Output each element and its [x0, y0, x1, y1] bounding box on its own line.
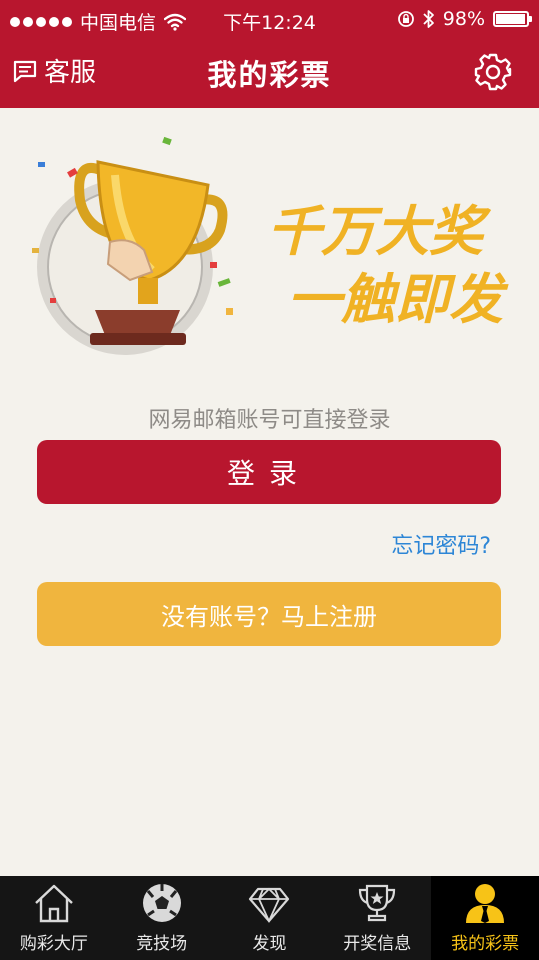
login-button[interactable]: 登录 — [37, 440, 501, 504]
status-right: 98% — [397, 8, 532, 30]
promo-banner: 千万大奖 一触即发 — [32, 136, 509, 355]
tab-arena[interactable]: 竞技场 — [108, 876, 216, 960]
page-title: 我的彩票 — [207, 58, 332, 92]
tab-my-lottery[interactable]: 我的彩票 — [431, 876, 539, 960]
tab-label: 购彩大厅 — [19, 934, 88, 954]
house-icon — [35, 884, 73, 923]
tab-label: 我的彩票 — [451, 934, 520, 954]
tab-draw-results[interactable]: 开奖信息 — [323, 876, 431, 960]
trophy-icon — [359, 884, 396, 922]
register-button[interactable]: 没有账号？马上注册 — [37, 582, 501, 646]
bottom-tab-bar: 购彩大厅 竞技场 发现 开奖信息 我的彩票 — [0, 876, 539, 960]
forgot-password-link[interactable]: 忘记密码? — [391, 528, 491, 560]
battery-icon — [493, 11, 532, 27]
user-icon — [466, 884, 505, 923]
app-header: 中国电信 下午12:24 98% 客服 我的彩票 — [0, 0, 539, 108]
tab-discover[interactable]: 发现 — [216, 876, 324, 960]
rotation-lock-icon — [397, 11, 414, 27]
battery-fill — [496, 14, 526, 24]
tab-label: 发现 — [252, 934, 287, 954]
bluetooth-icon — [423, 10, 434, 28]
tab-label: 竞技场 — [136, 934, 188, 954]
tab-label: 开奖信息 — [343, 934, 412, 954]
gear-icon[interactable] — [473, 52, 513, 92]
soccer-ball-icon — [142, 884, 181, 922]
nav-bar: 客服 我的彩票 — [0, 38, 539, 108]
login-hint: 网易邮箱账号可直接登录 — [148, 408, 391, 433]
banner-slogan-line1: 千万大奖 — [267, 200, 492, 263]
banner-slogan-line2: 一触即发 — [287, 268, 509, 331]
status-bar: 中国电信 下午12:24 98% — [0, 0, 539, 38]
battery-percentage: 98% — [442, 8, 485, 30]
tab-lottery-hall[interactable]: 购彩大厅 — [0, 876, 108, 960]
diamond-icon — [249, 887, 290, 924]
